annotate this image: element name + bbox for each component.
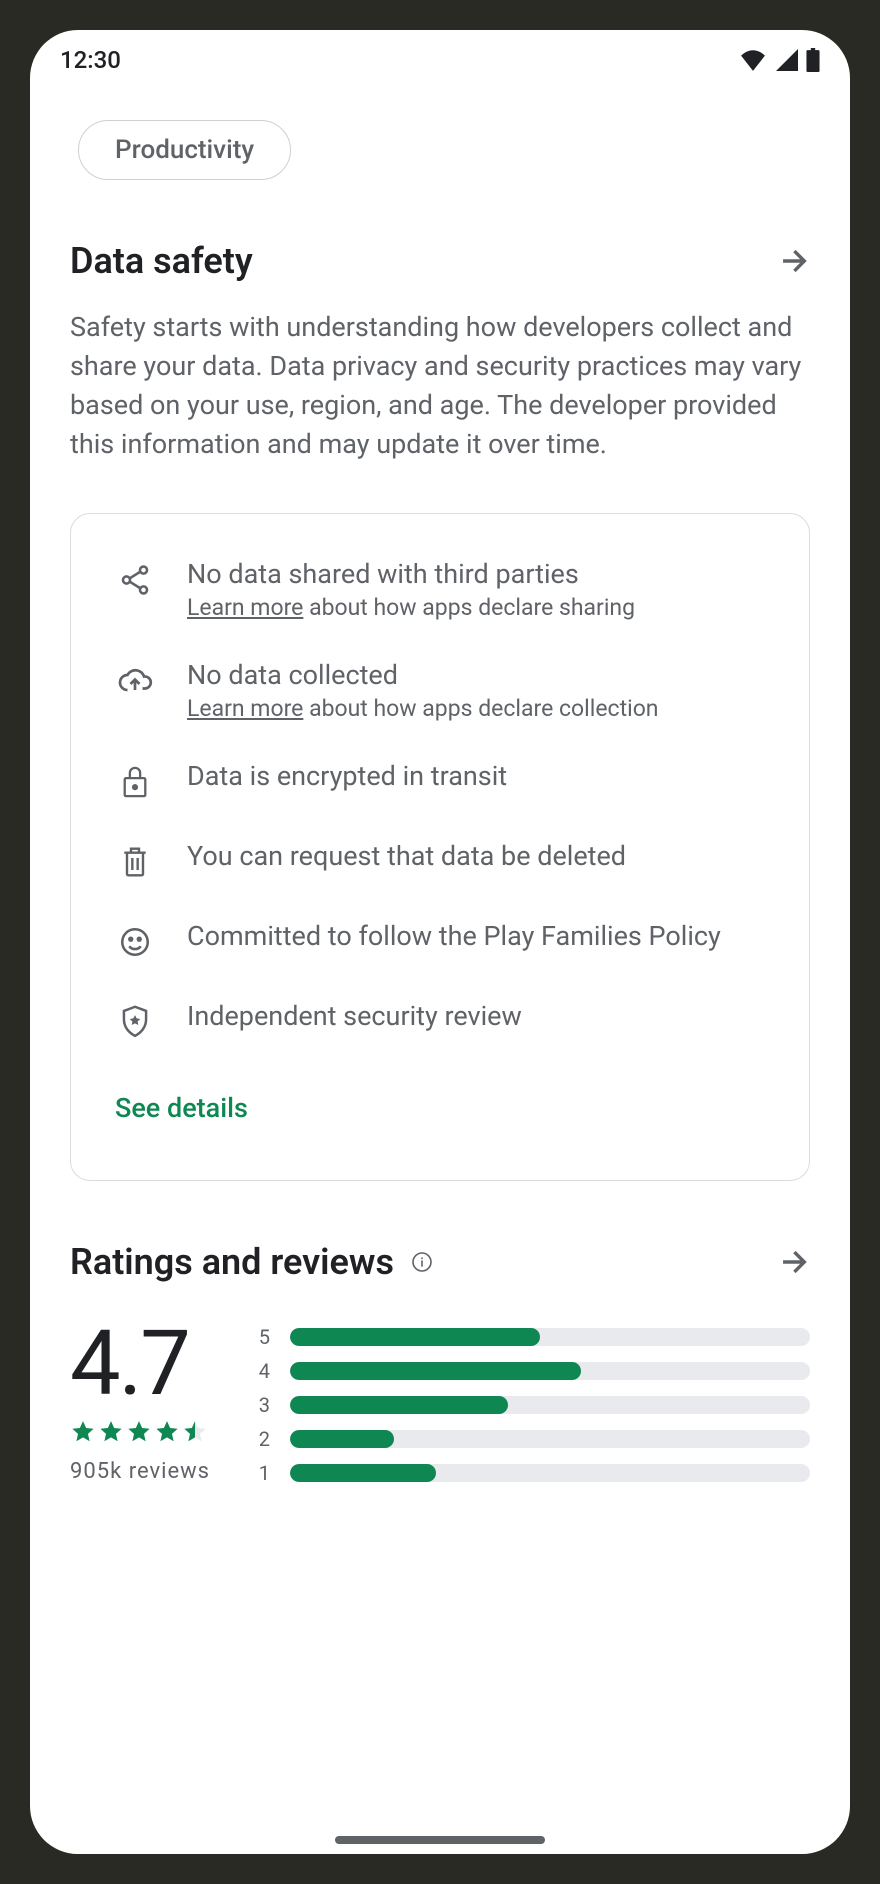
safety-item-title: No data collected <box>187 659 659 691</box>
bar-fill <box>290 1464 436 1482</box>
rating-bars: 5 4 3 2 1 <box>254 1319 810 1485</box>
bar-track <box>290 1328 810 1346</box>
bar-label: 1 <box>254 1461 270 1485</box>
rating-stars <box>70 1419 210 1445</box>
data-safety-card: No data shared with third parties Learn … <box>70 513 810 1181</box>
bar-fill <box>290 1362 581 1380</box>
safety-item-no-collect: No data collected Learn more about how a… <box>115 659 765 722</box>
safety-item-title: Independent security review <box>187 1000 522 1032</box>
status-icons <box>740 48 820 72</box>
star-half-icon <box>182 1419 208 1445</box>
bar-label: 5 <box>254 1325 270 1349</box>
learn-more-link[interactable]: Learn more <box>187 695 303 722</box>
bar-track <box>290 1430 810 1448</box>
safety-item-delete: You can request that data be deleted <box>115 840 765 882</box>
rating-bar-4: 4 <box>254 1359 810 1383</box>
learn-more-link[interactable]: Learn more <box>187 594 303 621</box>
star-icon <box>126 1419 152 1445</box>
see-details-link[interactable]: See details <box>115 1092 248 1124</box>
arrow-right-icon <box>776 244 810 278</box>
ratings-header[interactable]: Ratings and reviews <box>70 1241 810 1283</box>
bar-track <box>290 1396 810 1414</box>
rating-bar-5: 5 <box>254 1325 810 1349</box>
bar-fill <box>290 1396 508 1414</box>
rating-bar-1: 1 <box>254 1461 810 1485</box>
bar-label: 2 <box>254 1427 270 1451</box>
shield-star-icon <box>115 1002 155 1042</box>
bar-track <box>290 1362 810 1380</box>
cellular-icon <box>774 49 798 71</box>
safety-item-encrypted: Data is encrypted in transit <box>115 760 765 802</box>
safety-item-no-share: No data shared with third parties Learn … <box>115 558 765 621</box>
reviews-count: 905k reviews <box>70 1459 210 1484</box>
wifi-icon <box>740 49 766 71</box>
rating-score-block: 4.7 905k reviews <box>70 1319 210 1484</box>
safety-item-title: Committed to follow the Play Families Po… <box>187 920 721 952</box>
rating-bar-2: 2 <box>254 1427 810 1451</box>
bar-label: 3 <box>254 1393 270 1417</box>
data-safety-header[interactable]: Data safety <box>70 240 810 282</box>
safety-item-title: You can request that data be deleted <box>187 840 626 872</box>
bar-fill <box>290 1328 540 1346</box>
safety-item-sub: Learn more about how apps declare collec… <box>187 695 659 722</box>
scroll-indicator <box>335 1836 545 1844</box>
data-safety-description: Safety starts with understanding how dev… <box>70 308 810 465</box>
face-icon <box>115 922 155 962</box>
star-icon <box>154 1419 180 1445</box>
rating-score: 4.7 <box>70 1319 210 1409</box>
lock-icon <box>115 762 155 802</box>
info-icon[interactable] <box>410 1250 434 1274</box>
safety-item-title: No data shared with third parties <box>187 558 635 590</box>
ratings-title: Ratings and reviews <box>70 1241 394 1283</box>
battery-icon <box>806 48 820 72</box>
screen: 12:30 Productivity Data safety Safety st… <box>30 30 850 1854</box>
bar-fill <box>290 1430 394 1448</box>
clock: 12:30 <box>60 46 121 74</box>
safety-item-sub: Learn more about how apps declare sharin… <box>187 594 635 621</box>
bar-track <box>290 1464 810 1482</box>
main-content: Productivity Data safety Safety starts w… <box>30 90 850 1854</box>
safety-item-security-review: Independent security review <box>115 1000 765 1042</box>
bar-label: 4 <box>254 1359 270 1383</box>
arrow-right-icon <box>776 1245 810 1279</box>
safety-item-families: Committed to follow the Play Families Po… <box>115 920 765 962</box>
cloud-upload-icon <box>115 661 155 701</box>
status-bar: 12:30 <box>30 30 850 90</box>
data-safety-title: Data safety <box>70 240 253 282</box>
share-icon <box>115 560 155 600</box>
safety-item-title: Data is encrypted in transit <box>187 760 507 792</box>
rating-bar-3: 3 <box>254 1393 810 1417</box>
trash-icon <box>115 842 155 882</box>
star-icon <box>70 1419 96 1445</box>
device-frame: 12:30 Productivity Data safety Safety st… <box>0 0 880 1884</box>
star-icon <box>98 1419 124 1445</box>
ratings-summary: 4.7 905k reviews 5 <box>70 1319 810 1485</box>
category-chip-productivity[interactable]: Productivity <box>78 120 291 180</box>
